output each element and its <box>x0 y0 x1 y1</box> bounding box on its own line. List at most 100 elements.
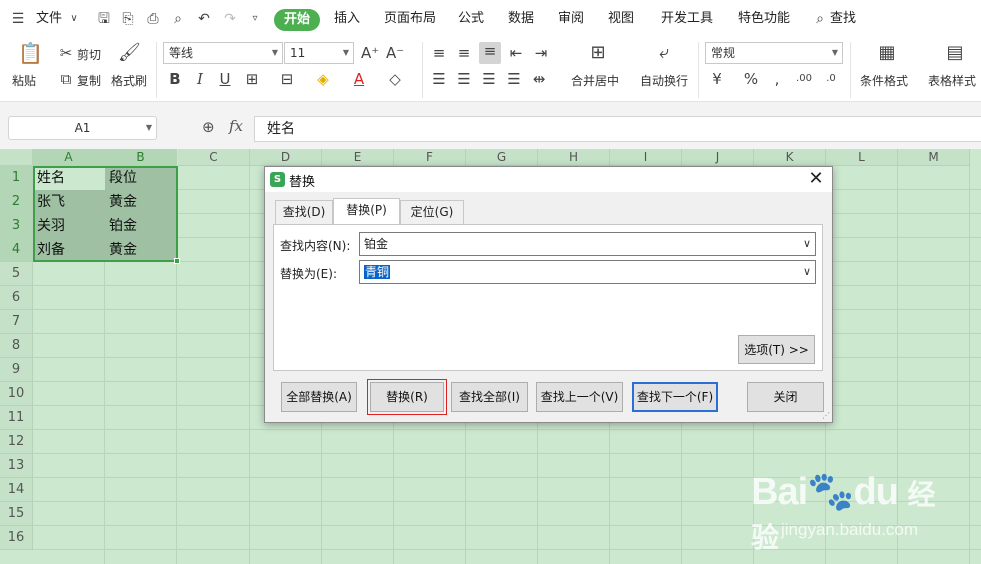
row-header-6[interactable]: 6 <box>0 286 33 310</box>
column-header-d[interactable]: D <box>250 149 322 166</box>
align-top-icon[interactable]: ≡ <box>430 44 448 62</box>
name-box[interactable]: A1 ▼ <box>8 116 157 140</box>
find-previous-button[interactable]: 查找上一个(V) <box>536 382 623 412</box>
column-header-h[interactable]: H <box>538 149 610 166</box>
column-header-c[interactable]: C <box>178 149 250 166</box>
cell-b2[interactable]: 黄金 <box>106 190 176 214</box>
cell-b4[interactable]: 黄金 <box>106 238 176 262</box>
replace-button[interactable]: 替换(R) <box>367 379 447 415</box>
merge-center-button[interactable]: 合并居中 <box>571 72 619 89</box>
chevron-down-icon[interactable]: ∨ <box>66 11 82 27</box>
distributed-icon[interactable]: ⇹ <box>530 70 548 88</box>
format-painter-icon[interactable]: 🖌 <box>118 44 141 68</box>
font-shrink-icon[interactable]: A⁻ <box>386 44 404 62</box>
wrap-text-icon[interactable]: ⤶ <box>653 44 675 66</box>
close-icon[interactable]: ✕ <box>806 169 826 189</box>
tab-view[interactable]: 视图 <box>608 0 634 38</box>
find-all-button[interactable]: 查找全部(I) <box>451 382 528 412</box>
redo-icon[interactable]: ↷ <box>222 11 238 27</box>
options-button[interactable]: 选项(T) >> <box>738 335 815 364</box>
copy-button[interactable]: 复制 <box>77 72 101 89</box>
row-header-14[interactable]: 14 <box>0 478 33 502</box>
find-next-button[interactable]: 查找下一个(F) <box>632 382 718 412</box>
align-left-icon[interactable]: ☰ <box>430 70 448 88</box>
justify-icon[interactable]: ☰ <box>505 70 523 88</box>
font-grow-icon[interactable]: A⁺ <box>361 44 379 62</box>
row-header-10[interactable]: 10 <box>0 382 33 406</box>
fill-color-icon[interactable]: ◈ <box>314 70 332 88</box>
row-header-11[interactable]: 11 <box>0 406 33 430</box>
hamburger-icon[interactable]: ☰ <box>10 11 26 27</box>
row-header-2[interactable]: 2 <box>0 190 33 214</box>
align-middle-icon[interactable]: ≡ <box>455 44 473 62</box>
row-header-15[interactable]: 15 <box>0 502 33 526</box>
italic-icon[interactable]: I <box>191 70 209 88</box>
increase-decimal-icon[interactable]: .00 <box>795 70 813 88</box>
row-header-9[interactable]: 9 <box>0 358 33 382</box>
tab-start[interactable]: 开始 <box>274 9 321 31</box>
fx-icon[interactable]: fx <box>229 117 243 135</box>
row-header-5[interactable]: 5 <box>0 262 33 286</box>
cell-b1[interactable]: 段位 <box>106 166 176 190</box>
paste-button[interactable]: 粘贴 <box>12 72 36 89</box>
chevron-down-icon[interactable]: ∨ <box>803 233 811 255</box>
align-right-icon[interactable]: ☰ <box>480 70 498 88</box>
column-header-f[interactable]: F <box>394 149 466 166</box>
number-format-select[interactable]: 常规 ▼ <box>705 42 843 64</box>
column-header-m[interactable]: M <box>898 149 970 166</box>
merge-center-icon[interactable]: ⊞ <box>587 44 609 66</box>
column-header-e[interactable]: E <box>322 149 394 166</box>
find-input[interactable]: 铂金 ∨ <box>359 232 816 256</box>
undo-icon[interactable]: ↶ <box>196 11 212 27</box>
table-style-button[interactable]: 表格样式 <box>928 72 976 89</box>
print-preview-icon[interactable]: ⌕ <box>170 11 186 27</box>
row-header-4[interactable]: 4 <box>0 238 33 262</box>
tab-insert[interactable]: 插入 <box>334 0 360 38</box>
tab-goto[interactable]: 定位(G) <box>400 200 464 224</box>
save-icon[interactable]: 🖫 <box>96 11 112 27</box>
align-bottom-icon[interactable]: ≡ <box>479 42 501 64</box>
chevron-down-icon[interactable]: ∨ <box>803 261 811 283</box>
row-header-7[interactable]: 7 <box>0 310 33 334</box>
cell-a1[interactable]: 姓名 <box>34 166 104 190</box>
cell-a4[interactable]: 刘备 <box>34 238 104 262</box>
row-header-8[interactable]: 8 <box>0 334 33 358</box>
tab-special[interactable]: 特色功能 <box>738 0 790 38</box>
font-name-select[interactable]: 等线 ▼ <box>163 42 283 64</box>
wrap-text-button[interactable]: 自动换行 <box>640 72 688 89</box>
indent-decrease-icon[interactable]: ⇤ <box>507 44 525 62</box>
clear-format-icon[interactable]: ◇ <box>386 70 404 88</box>
column-header-b[interactable]: B <box>105 149 177 166</box>
column-header-i[interactable]: I <box>610 149 682 166</box>
row-header-16[interactable]: 16 <box>0 526 33 550</box>
conditional-format-button[interactable]: 条件格式 <box>860 72 908 89</box>
customize-icon[interactable]: ▿ <box>247 11 263 27</box>
replace-all-button[interactable]: 全部替换(A) <box>281 382 357 412</box>
resize-grip-icon[interactable]: ⋰ <box>822 411 830 420</box>
tab-replace[interactable]: 替换(P) <box>333 198 400 225</box>
close-button[interactable]: 关闭 <box>747 382 824 412</box>
borders-icon[interactable]: ⊞ <box>243 70 261 88</box>
cell-a2[interactable]: 张飞 <box>34 190 104 214</box>
cut-button[interactable]: 剪切 <box>77 46 101 63</box>
cell-style-icon[interactable]: ⊟ <box>278 70 296 88</box>
column-header-g[interactable]: G <box>466 149 538 166</box>
search-icon[interactable]: ⌕ <box>812 11 828 27</box>
tab-find[interactable]: 查找(D) <box>275 200 333 224</box>
format-painter-button[interactable]: 格式刷 <box>111 72 147 89</box>
percent-icon[interactable]: % <box>742 70 760 88</box>
table-style-icon[interactable]: ▤ <box>944 44 966 66</box>
tab-review[interactable]: 审阅 <box>558 0 584 38</box>
tab-developer[interactable]: 开发工具 <box>661 0 713 38</box>
tab-search[interactable]: 查找 <box>830 0 856 38</box>
menu-file[interactable]: 文件 <box>36 0 62 38</box>
scissors-icon[interactable]: ✂ <box>57 44 75 62</box>
cell-b3[interactable]: 铂金 <box>106 214 176 238</box>
replace-input[interactable]: 青铜 ∨ <box>359 260 816 284</box>
underline-icon[interactable]: U <box>216 70 234 88</box>
font-size-select[interactable]: 11 ▼ <box>284 42 354 64</box>
tab-formula[interactable]: 公式 <box>458 0 484 38</box>
formula-input[interactable]: 姓名 <box>254 116 981 142</box>
row-header-3[interactable]: 3 <box>0 214 33 238</box>
column-header-k[interactable]: K <box>754 149 826 166</box>
